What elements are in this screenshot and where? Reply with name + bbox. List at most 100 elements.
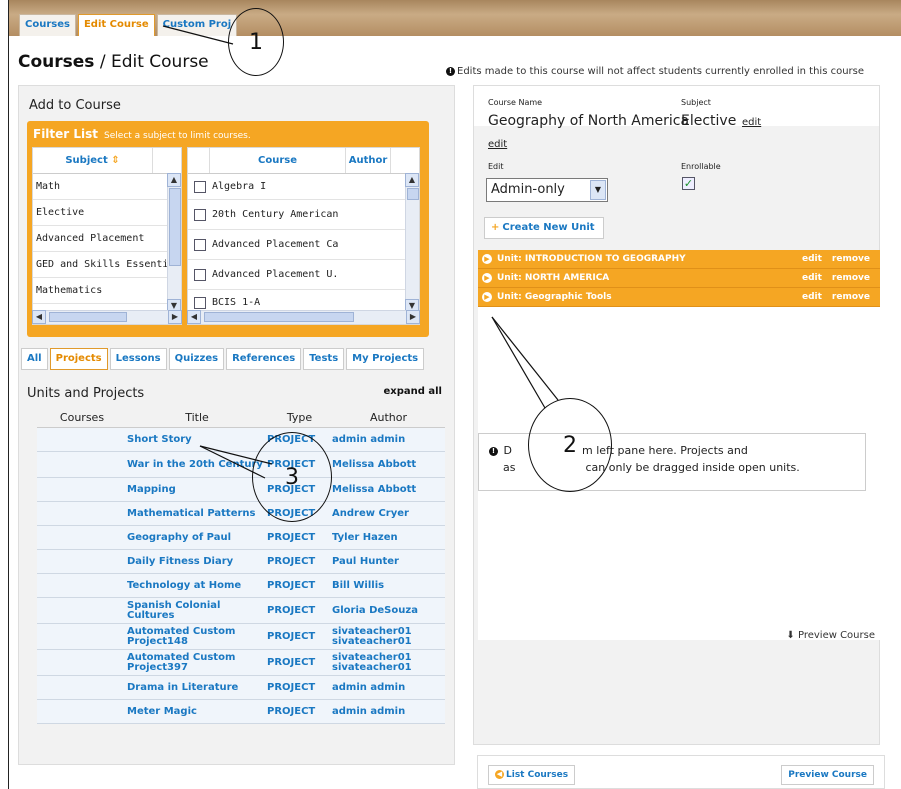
table-row[interactable]: Automated Custom Project148 PROJECT sivate… bbox=[37, 624, 445, 650]
table-row[interactable]: Automated Custom Project397 PROJECT sivate… bbox=[37, 650, 445, 676]
tab-my-projects[interactable]: My Projects bbox=[346, 348, 425, 370]
expand-arrow-icon[interactable]: ▶ bbox=[482, 254, 492, 264]
page-title: Courses / Edit Course bbox=[18, 52, 209, 72]
table-row[interactable]: Meter Magic PROJECT admin admin bbox=[37, 700, 445, 724]
unit-row[interactable]: ▶ Unit: NORTH AMERICA edit remove bbox=[478, 269, 880, 288]
list-courses-button[interactable]: ◀ List Courses bbox=[488, 765, 576, 785]
tab-projects[interactable]: Projects bbox=[49, 348, 108, 370]
edit-subject-link[interactable]: edit bbox=[742, 117, 761, 128]
course-item[interactable]: Algebra I bbox=[188, 174, 419, 200]
col-title[interactable]: Title bbox=[127, 412, 267, 423]
tab-references[interactable]: References bbox=[226, 348, 302, 370]
tab-courses[interactable]: Courses bbox=[19, 14, 76, 36]
course-checkbox[interactable] bbox=[194, 238, 206, 251]
table-row[interactable]: Mathematical Patterns PROJECT Andrew Cryer bbox=[37, 502, 445, 526]
tab-edit-course[interactable]: Edit Course bbox=[77, 14, 155, 36]
row-title[interactable]: Automated Custom Project148 bbox=[127, 626, 267, 647]
table-row[interactable]: Drama in Literature PROJECT admin admin bbox=[37, 676, 445, 700]
expand-all-link[interactable]: expand all bbox=[383, 386, 442, 397]
subject-item[interactable]: Math bbox=[33, 174, 181, 200]
course-item[interactable]: Advanced Placement Ca bbox=[188, 230, 419, 260]
course-checkbox[interactable] bbox=[194, 296, 206, 309]
course-checkbox[interactable] bbox=[194, 268, 206, 281]
scroll-thumb[interactable] bbox=[169, 188, 181, 266]
subject-item[interactable]: Advanced Placement bbox=[33, 226, 181, 252]
tab-all[interactable]: All bbox=[21, 348, 48, 370]
tab-quizzes[interactable]: Quizzes bbox=[168, 348, 225, 370]
row-title[interactable]: Mapping bbox=[127, 484, 267, 495]
subject-item[interactable]: Elective bbox=[33, 200, 181, 226]
unit-edit-link[interactable]: edit bbox=[802, 292, 822, 302]
unit-edit-link[interactable]: edit bbox=[802, 254, 822, 264]
row-title[interactable]: Mathematical Patterns bbox=[127, 508, 267, 519]
expand-arrow-icon[interactable]: ▶ bbox=[482, 292, 492, 302]
row-title[interactable]: War in the 20th Century bbox=[127, 459, 267, 470]
course-item[interactable]: Advanced Placement U. bbox=[188, 260, 419, 290]
row-title[interactable]: Spanish Colonial Cultures bbox=[127, 600, 267, 621]
scroll-left-icon[interactable]: ◀ bbox=[32, 310, 46, 324]
unit-remove-link[interactable]: remove bbox=[832, 254, 870, 264]
subject-horizontal-scrollbar[interactable]: ◀ ▶ bbox=[32, 310, 182, 324]
tab-tests[interactable]: Tests bbox=[303, 348, 345, 370]
col-courses[interactable]: Courses bbox=[37, 411, 127, 424]
unit-row[interactable]: ▶ Unit: INTRODUCTION TO GEOGRAPHY edit remo… bbox=[478, 250, 880, 269]
course-item[interactable]: 20th Century American bbox=[188, 200, 419, 230]
scroll-right-icon[interactable]: ▶ bbox=[168, 310, 182, 324]
course-column-header[interactable]: Course bbox=[210, 148, 346, 173]
subject-item[interactable]: GED and Skills Essenti bbox=[33, 252, 181, 278]
course-checkbox[interactable] bbox=[194, 180, 206, 193]
course-vertical-scrollbar[interactable]: ▲ ▼ bbox=[405, 173, 419, 313]
course-horizontal-scrollbar[interactable]: ◀ ▶ bbox=[187, 310, 420, 324]
row-title[interactable]: Geography of Paul bbox=[127, 532, 267, 543]
course-checkbox[interactable] bbox=[194, 208, 206, 221]
scroll-thumb[interactable] bbox=[407, 188, 419, 200]
table-row[interactable]: Short Story PROJECT admin admin bbox=[37, 428, 445, 452]
row-author: admin admin bbox=[332, 681, 406, 693]
row-title[interactable]: Short Story bbox=[127, 434, 267, 445]
create-new-unit-button[interactable]: + Create New Unit bbox=[484, 217, 604, 239]
subject-vertical-scrollbar[interactable]: ▲ ▼ bbox=[167, 173, 181, 313]
unit-row[interactable]: ▶ Unit: Geographic Tools edit remove bbox=[478, 288, 880, 307]
author-column-header[interactable]: Author bbox=[346, 148, 391, 173]
enrollable-checkbox[interactable]: ✓ bbox=[682, 177, 695, 190]
expand-arrow-icon[interactable]: ▶ bbox=[482, 273, 492, 283]
row-title[interactable]: Drama in Literature bbox=[127, 682, 267, 693]
edit-name-link[interactable]: edit bbox=[488, 139, 507, 150]
unit-remove-link[interactable]: remove bbox=[832, 273, 870, 283]
chevron-down-icon[interactable]: ▼ bbox=[590, 180, 606, 200]
row-title[interactable]: Technology at Home bbox=[127, 580, 267, 591]
unit-edit-link[interactable]: edit bbox=[802, 273, 822, 283]
drop-line1-a: D bbox=[503, 444, 512, 457]
scroll-thumb[interactable] bbox=[204, 312, 354, 322]
scroll-up-icon[interactable]: ▲ bbox=[167, 173, 181, 187]
create-unit-label: Create New Unit bbox=[502, 222, 595, 233]
row-title[interactable]: Daily Fitness Diary bbox=[127, 556, 267, 567]
page-title-rest: / Edit Course bbox=[94, 52, 209, 72]
col-author[interactable]: Author bbox=[332, 412, 445, 423]
course-name-value: Geography of North America bbox=[488, 113, 690, 129]
unit-remove-link[interactable]: remove bbox=[832, 292, 870, 302]
table-row[interactable]: Spanish Colonial Cultures PROJECT Gloria D… bbox=[37, 598, 445, 624]
preview-course-link[interactable]: ⬇ Preview Course bbox=[786, 630, 875, 641]
edit-permission-select[interactable]: Admin-only ▼ bbox=[486, 178, 608, 202]
table-row[interactable]: Geography of Paul PROJECT Tyler Hazen bbox=[37, 526, 445, 550]
preview-course-label: Preview Course bbox=[797, 630, 875, 641]
scroll-left-icon[interactable]: ◀ bbox=[187, 310, 201, 324]
tab-custom-projects[interactable]: Custom Proj bbox=[156, 14, 238, 36]
row-author: Bill Willis bbox=[332, 579, 385, 591]
checkbox-column-header bbox=[188, 148, 210, 173]
subject-item[interactable]: Mathematics bbox=[33, 278, 181, 304]
row-title[interactable]: Meter Magic bbox=[127, 706, 267, 717]
col-type[interactable]: Type bbox=[267, 411, 332, 424]
table-row[interactable]: War in the 20th Century PROJECT Melissa Ab… bbox=[37, 452, 445, 478]
preview-course-button[interactable]: Preview Course bbox=[781, 765, 874, 785]
scroll-up-icon[interactable]: ▲ bbox=[405, 173, 419, 187]
row-title[interactable]: Automated Custom Project397 bbox=[127, 652, 267, 673]
table-row[interactable]: Mapping PROJECT Melissa Abbott bbox=[37, 478, 445, 502]
scroll-right-icon[interactable]: ▶ bbox=[406, 310, 420, 324]
table-row[interactable]: Technology at Home PROJECT Bill Willis bbox=[37, 574, 445, 598]
scroll-thumb[interactable] bbox=[49, 312, 127, 322]
subject-column-header[interactable]: Subject ⇕ bbox=[33, 148, 153, 173]
tab-lessons[interactable]: Lessons bbox=[109, 348, 167, 370]
table-row[interactable]: Daily Fitness Diary PROJECT Paul Hunter bbox=[37, 550, 445, 574]
